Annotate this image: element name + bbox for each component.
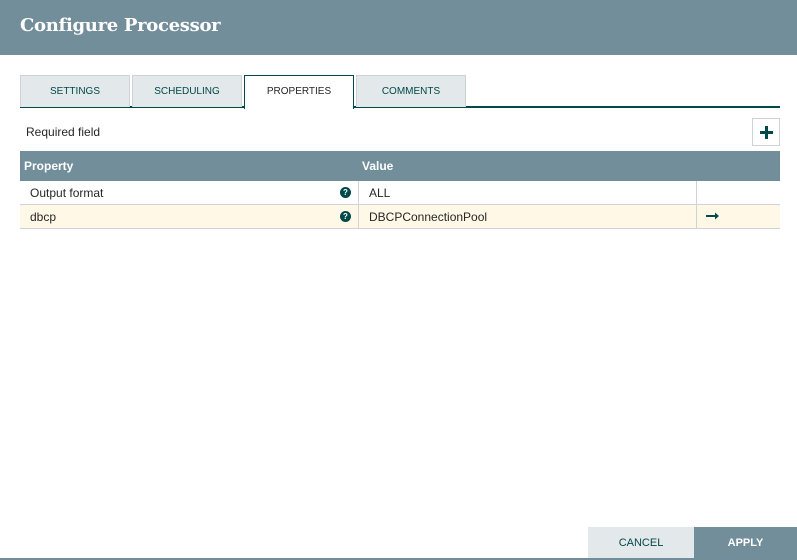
add-property-button[interactable]: [752, 118, 780, 146]
plus-icon: [759, 125, 773, 139]
column-divider: [358, 205, 359, 229]
dialog-header: Configure Processor: [0, 0, 797, 55]
tab-scheduling[interactable]: SCHEDULING: [132, 75, 242, 107]
dialog-title: Configure Processor: [20, 15, 221, 36]
property-name: dbcp: [30, 210, 57, 224]
table-header: Property Value: [20, 151, 780, 181]
column-divider: [358, 181, 359, 205]
properties-table: Property Value Output format ? ALL dbcp …: [20, 151, 780, 229]
tab-comments[interactable]: COMMENTS: [356, 75, 466, 107]
column-header-value[interactable]: Value: [362, 159, 393, 173]
arrow-right-icon[interactable]: [706, 209, 720, 223]
property-name: Output format: [30, 186, 104, 200]
question-circle-icon[interactable]: ?: [340, 187, 351, 198]
table-row[interactable]: Output format ? ALL: [20, 181, 780, 205]
tab-bar: SETTINGS SCHEDULING PROPERTIES COMMENTS: [20, 75, 780, 109]
property-value[interactable]: DBCPConnectionPool: [369, 210, 487, 224]
column-divider: [696, 181, 697, 205]
column-header-property[interactable]: Property: [24, 159, 73, 173]
tab-properties[interactable]: PROPERTIES: [244, 75, 354, 109]
property-value[interactable]: ALL: [369, 186, 390, 200]
tab-settings[interactable]: SETTINGS: [20, 75, 130, 107]
apply-button[interactable]: APPLY: [694, 527, 797, 559]
cancel-button[interactable]: CANCEL: [588, 527, 694, 559]
required-field-label: Required field: [26, 125, 101, 139]
column-divider: [696, 205, 697, 229]
table-row[interactable]: dbcp ? DBCPConnectionPool: [20, 205, 780, 229]
question-circle-icon[interactable]: ?: [340, 211, 351, 222]
